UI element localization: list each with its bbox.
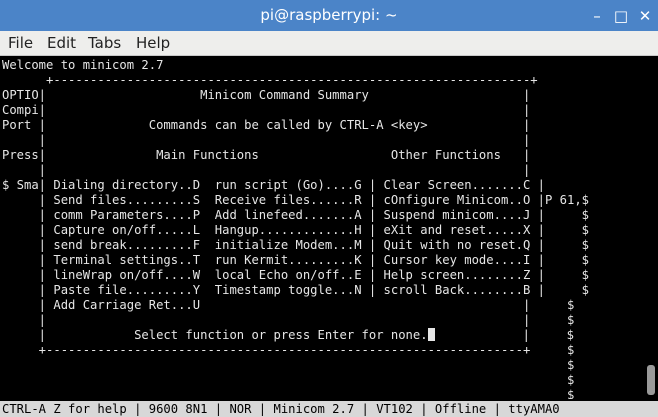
- terminal-line: +---------------------------------------…: [2, 73, 538, 87]
- terminal-line: | |: [2, 133, 531, 147]
- terminal-line: | Paste file.........Y Timestamp toggle.…: [2, 283, 589, 297]
- status-text: CTRL-A Z for help | 9600 8N1 | NOR | Min…: [2, 402, 560, 416]
- terminal-line: +---------------------------------------…: [2, 343, 575, 357]
- menu-file[interactable]: File: [8, 31, 33, 55]
- maximize-icon[interactable]: □: [612, 7, 630, 25]
- terminal-line: | Capture on/off.....L Hangup...........…: [2, 223, 589, 237]
- menu-edit[interactable]: Edit: [47, 31, 76, 55]
- terminal-line: | send break.........F initialize Modem.…: [2, 238, 589, 252]
- menu-tabs[interactable]: Tabs: [88, 31, 121, 55]
- window-title: pi@raspberrypi: ~: [260, 6, 398, 24]
- terminal-area[interactable]: Welcome to minicom 2.7 +----------------…: [0, 56, 644, 399]
- terminal-line: | |: [2, 163, 531, 177]
- terminal-line: Press| Main Functions Other Functions |: [2, 148, 531, 162]
- menu-bar: File Edit Tabs Help: [0, 31, 658, 56]
- terminal-line: OPTIO| Minicom Command Summary |: [2, 88, 531, 102]
- text-cursor: [427, 328, 435, 341]
- terminal-line: | comm Parameters....P Add linefeed.....…: [2, 208, 589, 222]
- terminal-line: | Terminal settings..T run Kermit.......…: [2, 253, 589, 267]
- menu-help[interactable]: Help: [136, 31, 170, 55]
- close-icon[interactable]: ✕: [636, 7, 654, 25]
- minicom-status-bar: CTRL-A Z for help | 9600 8N1 | NOR | Min…: [0, 401, 658, 417]
- terminal-line: | lineWrap on/off....W local Echo on/off…: [2, 268, 589, 282]
- terminal-scrollbar[interactable]: [644, 56, 658, 399]
- terminal-line: | | $: [2, 313, 575, 327]
- terminal-line: $: [2, 358, 575, 372]
- terminal-line: $: [2, 388, 575, 399]
- terminal-line: $: [2, 373, 575, 387]
- terminal-line: Welcome to minicom 2.7: [2, 58, 164, 72]
- minimize-icon[interactable]: –: [588, 7, 606, 25]
- terminal-line: Compi| |: [2, 103, 531, 117]
- terminal-line: | Add Carriage Ret...U | $: [2, 298, 575, 312]
- terminal-line: Port | Commands can be called by CTRL-A …: [2, 118, 531, 132]
- terminal-line: $ Sma| Dialing directory..D run script (…: [2, 178, 545, 192]
- terminal-line: | Send files.........S Receive files....…: [2, 193, 589, 207]
- terminal-line: | Select function or press Enter for non…: [2, 328, 574, 342]
- window-titlebar[interactable]: pi@raspberrypi: ~ – □ ✕: [0, 0, 658, 31]
- scrollbar-thumb[interactable]: [647, 365, 655, 395]
